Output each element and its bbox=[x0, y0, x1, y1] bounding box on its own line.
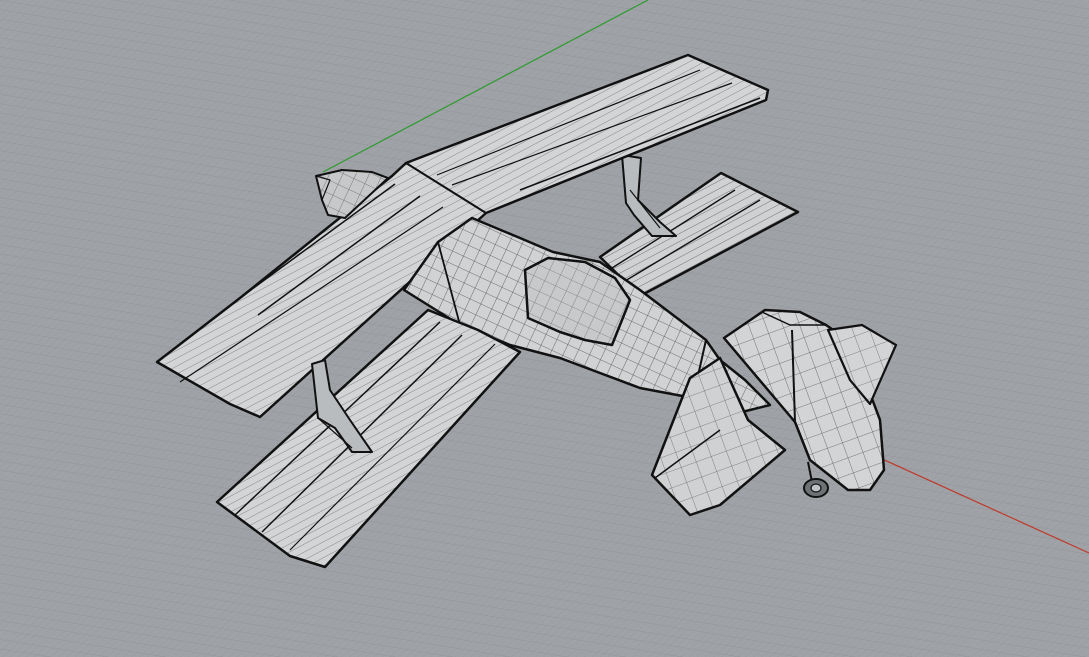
perspective-viewport[interactable] bbox=[0, 0, 1089, 657]
viewport-canvas[interactable] bbox=[0, 0, 1089, 657]
